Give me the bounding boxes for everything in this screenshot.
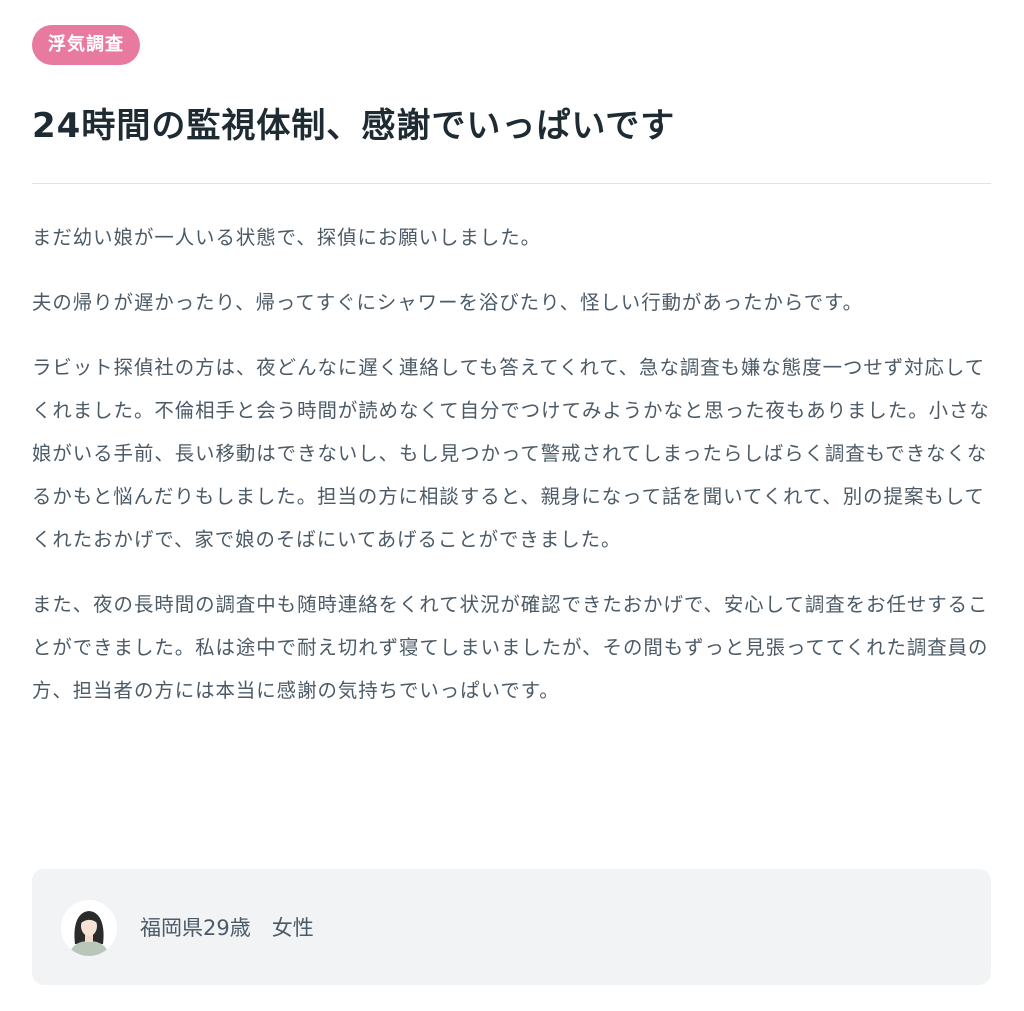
category-tag[interactable]: 浮気調査 (32, 25, 140, 65)
review-body: まだ幼い娘が一人いる状態で、探偵にお願いしました。 夫の帰りが遅かったり、帰って… (32, 216, 992, 734)
review-paragraph: 夫の帰りが遅かったり、帰ってすぐにシャワーを浴びたり、怪しい行動があったからです… (32, 291, 863, 314)
page-title: 24時間の監視体制、感謝でいっぱいです (32, 106, 676, 146)
review-paragraph: まだ幼い娘が一人いる状態で、探偵にお願いしました。 (32, 226, 541, 249)
title-divider (32, 183, 991, 184)
review-paragraph: ラビット探偵社の方は、夜どんなに遅く連絡しても答えてくれて、急な調査も嫌な態度一… (32, 356, 990, 551)
reviewer-profile-card: 福岡県29歳 女性 (32, 869, 991, 985)
reviewer-info: 福岡県29歳 女性 (140, 916, 314, 940)
woman-avatar-icon (61, 900, 117, 956)
review-paragraph: また、夜の長時間の調査中も随時連絡をくれて状況が確認できたおかげで、安心して調査… (32, 593, 989, 702)
review-page: 浮気調査 24時間の監視体制、感謝でいっぱいです まだ幼い娘が一人いる状態で、探… (0, 0, 1024, 1011)
